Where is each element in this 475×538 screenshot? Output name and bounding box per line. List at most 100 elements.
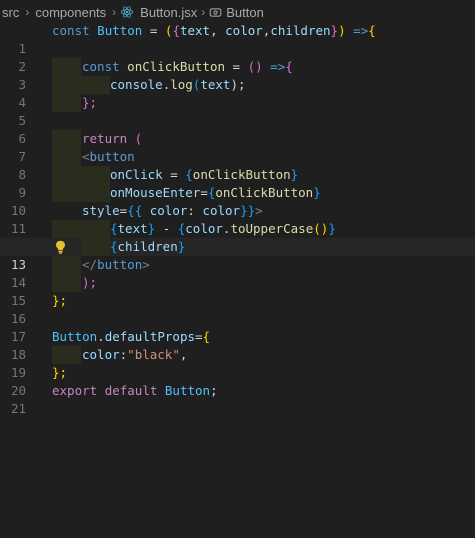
code-token: . [97, 329, 105, 344]
code-token: < [82, 149, 90, 164]
code-line[interactable]: 8 <button [0, 148, 475, 182]
code-line[interactable]: 18 Button.defaultProps={ [0, 328, 475, 362]
code-line[interactable]: 3 const onClickButton = () =>{ [0, 58, 475, 92]
code-line[interactable]: 19 color:"black", [0, 346, 475, 380]
lightbulb-icon[interactable] [55, 240, 66, 254]
code-token: return [82, 131, 128, 146]
code-token: children [117, 239, 178, 254]
indent-guide [52, 274, 81, 292]
code-token: defaultProps [104, 329, 195, 344]
code-token: { [285, 59, 293, 74]
code-token: : [187, 203, 203, 218]
code-token: ; [210, 383, 218, 398]
code-content: onMouseEnter={onClickButton} [110, 184, 321, 202]
code-line[interactable]: 10 onMouseEnter={onClickButton} [0, 184, 475, 218]
code-content: const onClickButton = () =>{ [82, 58, 293, 76]
code-line[interactable]: 17 [0, 310, 475, 344]
code-line[interactable]: 2 [0, 40, 475, 74]
code-line[interactable]: 4 console.log(text); [0, 76, 475, 110]
code-token: toUpperCase [230, 221, 314, 236]
code-token: { [368, 23, 376, 38]
code-token: color [82, 347, 120, 362]
code-content: }; [82, 94, 97, 112]
code-line[interactable]: 11 style={{ color: color}}> [0, 202, 475, 236]
symbol-class-icon [209, 7, 222, 17]
code-content: {children} [110, 238, 185, 256]
indent-guide [52, 256, 81, 274]
code-line[interactable]: 6 [0, 112, 475, 146]
code-token: > [142, 257, 150, 272]
chevron-right-icon: › [25, 5, 30, 19]
code-token: { [110, 239, 118, 254]
code-token: () [247, 59, 263, 74]
code-token: children [270, 23, 331, 38]
code-token: = [142, 23, 165, 38]
code-token: { [172, 23, 180, 38]
indent-guide [52, 58, 81, 76]
code-content: color:"black", [82, 346, 187, 364]
code-token: { [202, 329, 211, 344]
code-token: const [82, 59, 120, 74]
code-token: onClickButton [192, 167, 291, 182]
react-icon [120, 6, 134, 18]
code-content: </button> [82, 256, 150, 274]
code-line[interactable]: 12 {text} - {color.toUpperCase()} [0, 220, 475, 254]
code-token: } [330, 23, 339, 38]
indent-guide [52, 76, 81, 94]
code-line[interactable]: 15 ); [0, 274, 475, 308]
code-token: { [110, 221, 118, 236]
code-line[interactable]: 16 }; [0, 292, 475, 326]
code-token: ); [82, 275, 98, 290]
code-token: onClick [110, 167, 163, 182]
code-line[interactable]: 9 onClick = {onClickButton} [0, 166, 475, 200]
indent-guide [52, 166, 81, 184]
code-token: button [97, 257, 143, 272]
code-token: } [177, 239, 186, 254]
code-token: color [185, 221, 223, 236]
chevron-right-icon: › [112, 5, 117, 19]
breadcrumb-item-symbol[interactable]: Button [209, 5, 264, 20]
code-token: Button [164, 383, 211, 398]
code-token: button [89, 149, 135, 164]
breadcrumb-item-file[interactable]: Button.jsx [120, 5, 197, 20]
code-content: {text} - {color.toUpperCase()} [110, 220, 336, 238]
indent-guide [81, 220, 110, 238]
code-content: console.log(text); [110, 76, 246, 94]
code-token: onClickButton [127, 59, 226, 74]
code-token: onMouseEnter [110, 185, 201, 200]
code-token: color [142, 203, 188, 218]
code-line[interactable]: 7 return ( [0, 130, 475, 164]
code-token: () [313, 221, 329, 236]
code-token: { [185, 167, 193, 182]
code-token: text [179, 23, 211, 38]
chevron-right-icon: › [201, 5, 206, 19]
code-content: style={{ color: color}}> [82, 202, 263, 220]
code-token: }; [52, 365, 68, 380]
breadcrumb-item-src[interactable]: src [0, 5, 21, 20]
code-content: }; [52, 292, 67, 310]
code-token: , [179, 347, 188, 362]
code-token: }; [82, 95, 98, 110]
code-line[interactable]: 20 }; [0, 364, 475, 398]
code-token: export [52, 383, 98, 398]
code-line-current[interactable]: 13 {children} [0, 238, 475, 272]
code-token: "black" [127, 347, 180, 362]
code-line[interactable]: 14 </button> [0, 256, 475, 290]
code-token: const [52, 23, 90, 38]
line-number: 21 [10, 401, 26, 416]
code-content: onClick = {onClickButton} [110, 166, 298, 184]
code-token: color [202, 203, 241, 218]
breadcrumb-file-label: Button.jsx [140, 4, 198, 20]
indent-guide [81, 76, 110, 94]
breadcrumb-item-components[interactable]: components [33, 5, 108, 20]
code-token: Button [97, 23, 143, 38]
code-editor[interactable]: 1 const Button = ({text, color,children}… [0, 22, 475, 416]
code-token: text [117, 221, 148, 236]
code-token: => [262, 59, 286, 74]
code-line[interactable]: 1 const Button = ({text, color,children}… [0, 22, 475, 56]
code-line[interactable]: 5 }; [0, 94, 475, 128]
code-token: log [170, 77, 193, 92]
breadcrumb-symbol-label: Button [226, 4, 264, 20]
code-line[interactable]: 21 export default Button; [0, 382, 475, 416]
